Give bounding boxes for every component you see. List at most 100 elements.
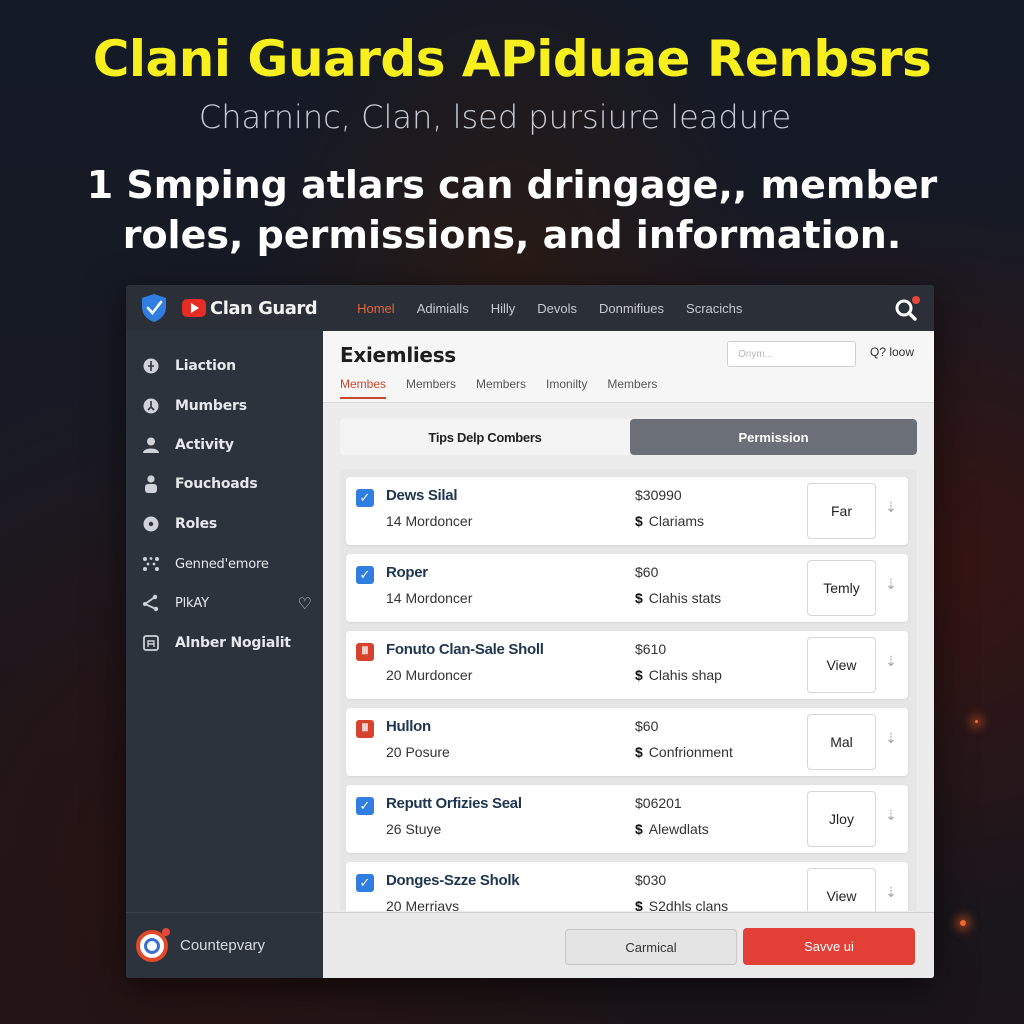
row-action-button[interactable]: Far: [807, 483, 876, 539]
tab-members[interactable]: Members: [476, 377, 526, 399]
drag-handle-icon[interactable]: ⇣: [884, 499, 898, 523]
sidebar: Liaction Mumbers Activity Fouchoads Role…: [126, 331, 323, 978]
member-subtitle: 26 Stuye: [386, 821, 442, 837]
search-options-button[interactable]: Q? loow: [870, 345, 914, 359]
member-amount: $30990: [635, 487, 682, 503]
segment-tips[interactable]: Tips Delp Combers: [340, 419, 630, 455]
segment-permission[interactable]: Permission: [630, 419, 917, 455]
top-search-button[interactable]: [894, 296, 920, 322]
dots-grid-icon: [142, 555, 160, 573]
checkbox-checked[interactable]: ✓: [356, 874, 374, 892]
dollar-icon: $: [635, 744, 643, 760]
member-note-text: Clahis stats: [648, 590, 722, 606]
sidebar-item-label: Alnber Nogialit: [175, 635, 291, 651]
sidebar-item-mumbers[interactable]: Mumbers: [142, 397, 312, 415]
nav-item[interactable]: Devols: [537, 301, 577, 316]
main-panel: Exiemliess Onym... Q? loow Membes Member…: [323, 331, 934, 978]
row-action-button[interactable]: View: [807, 868, 876, 911]
checkbox-checked[interactable]: ✓: [356, 489, 374, 507]
member-list: ✓ Dews Silal 14 Mordoncer $30990 $ Clariams Fa…: [340, 469, 917, 911]
tab-imonilty[interactable]: Imonilty: [546, 377, 587, 399]
account-name: Countepvary: [180, 937, 266, 954]
member-note-text: Clahis shap: [648, 667, 722, 683]
compass-icon: [142, 357, 160, 375]
member-note: $ Clahis stats: [635, 590, 721, 606]
drag-handle-icon[interactable]: ⇣: [884, 730, 898, 754]
heart-icon[interactable]: ♡: [298, 594, 312, 614]
ember-decoration: [960, 920, 966, 926]
sidebar-item-liaction[interactable]: Liaction: [142, 357, 312, 375]
sidebar-item-activity[interactable]: Activity: [142, 436, 312, 454]
hero-title: Clani Guards APiduae Renbsrs: [92, 30, 932, 88]
member-name: Reputt Orfizies Seal: [386, 795, 522, 812]
cancel-button[interactable]: Carmical: [565, 929, 737, 965]
flag-icon[interactable]: Ⅲ: [356, 720, 374, 738]
drag-handle-icon[interactable]: ⇣: [884, 884, 898, 908]
row-action-button[interactable]: Jloy: [807, 791, 876, 847]
nav-item[interactable]: Donmifiues: [599, 301, 664, 316]
sidebar-item-gennedemore[interactable]: Genned'emore: [142, 555, 312, 573]
tab-bar: Membes Members Members Imonilty Members: [340, 377, 677, 399]
member-subtitle: 20 Posure: [386, 744, 450, 760]
nav-item[interactable]: Hilly: [491, 301, 516, 316]
nav-item[interactable]: Scracichs: [686, 301, 742, 316]
member-note: $ Clariams: [635, 513, 704, 529]
row-action-button[interactable]: View: [807, 637, 876, 693]
member-subtitle: 20 Merriays: [386, 898, 460, 911]
drag-handle-icon[interactable]: ⇣: [884, 807, 898, 831]
sidebar-item-alnber[interactable]: Alnber Nogialit: [142, 634, 312, 652]
member-name: Donges-Szze Sholk: [386, 872, 520, 889]
drag-handle-icon[interactable]: ⇣: [884, 576, 898, 600]
member-row[interactable]: ✓ Reputt Orfizies Seal 26 Stuye $06201 $ Alew…: [346, 785, 908, 853]
hero-description-line-1: 1 Smping atlars can dringage,, member: [86, 163, 938, 207]
member-row[interactable]: ✓ Roper 14 Mordoncer $60 $ Clahis stats Temly ⇣: [346, 554, 908, 622]
member-subtitle: 14 Mordoncer: [386, 590, 473, 606]
dollar-icon: $: [635, 590, 643, 606]
member-note-text: Confrionment: [648, 744, 733, 760]
member-note: $ S2dhls clans: [635, 898, 728, 911]
notification-dot: [912, 296, 920, 304]
tab-members[interactable]: Members: [607, 377, 657, 399]
row-action-button[interactable]: Mal: [807, 714, 876, 770]
sidebar-item-label: Liaction: [175, 358, 236, 374]
member-row[interactable]: ✓ Dews Silal 14 Mordoncer $30990 $ Clariams Fa…: [346, 477, 908, 545]
sidebar-item-play[interactable]: PlkAY ♡: [142, 594, 312, 614]
search-input[interactable]: Onym...: [727, 341, 856, 367]
member-row[interactable]: Ⅲ Fonuto Clan-Sale Sholl 20 Murdoncer $610 $…: [346, 631, 908, 699]
top-bar: Clan Guard Homel Adimialls Hilly Devols …: [126, 285, 934, 331]
member-amount: $610: [635, 641, 667, 657]
save-button[interactable]: Savve ui: [743, 928, 915, 965]
member-subtitle: 14 Mordoncer: [386, 513, 473, 529]
flag-icon[interactable]: Ⅲ: [356, 643, 374, 661]
member-name: Roper: [386, 564, 428, 581]
member-note: $ Clahis shap: [635, 667, 722, 683]
app-logo-icon: [136, 927, 170, 962]
member-note-text: Clariams: [648, 513, 705, 529]
nav-item-home[interactable]: Homel: [357, 301, 395, 316]
sidebar-footer[interactable]: Countepvary: [126, 912, 323, 978]
member-row[interactable]: Ⅲ Hullon 20 Posure $60 $ Confrionment Mal ⇣: [346, 708, 908, 776]
action-bar: Carmical Savve ui: [323, 912, 934, 978]
tab-membes[interactable]: Membes: [340, 377, 387, 399]
member-amount: $60: [635, 564, 659, 580]
tab-members[interactable]: Members: [406, 377, 456, 399]
nav-item[interactable]: Adimialls: [417, 301, 469, 316]
dollar-icon: $: [635, 513, 643, 529]
member-row[interactable]: ✓ Donges-Szze Sholk 20 Merriays $030 $ S2dhls…: [346, 862, 908, 911]
checkbox-checked[interactable]: ✓: [356, 797, 374, 815]
sidebar-item-roles[interactable]: Roles: [142, 515, 312, 533]
dollar-icon: $: [635, 898, 643, 911]
person-icon: [142, 475, 160, 493]
share-icon: [142, 594, 160, 612]
drag-handle-icon[interactable]: ⇣: [884, 653, 898, 677]
shield-check-icon: [142, 294, 166, 322]
main-header: Exiemliess Onym... Q? loow Membes Member…: [323, 331, 934, 403]
member-note: $ Confrionment: [635, 744, 733, 760]
disc-icon: [142, 515, 160, 533]
sidebar-item-label: Activity: [175, 437, 234, 453]
member-subtitle: 20 Murdoncer: [386, 667, 473, 683]
sidebar-item-label: PlkAY: [175, 595, 209, 611]
checkbox-checked[interactable]: ✓: [356, 566, 374, 584]
row-action-button[interactable]: Temly: [807, 560, 876, 616]
sidebar-item-fouchoads[interactable]: Fouchoads: [142, 475, 312, 493]
